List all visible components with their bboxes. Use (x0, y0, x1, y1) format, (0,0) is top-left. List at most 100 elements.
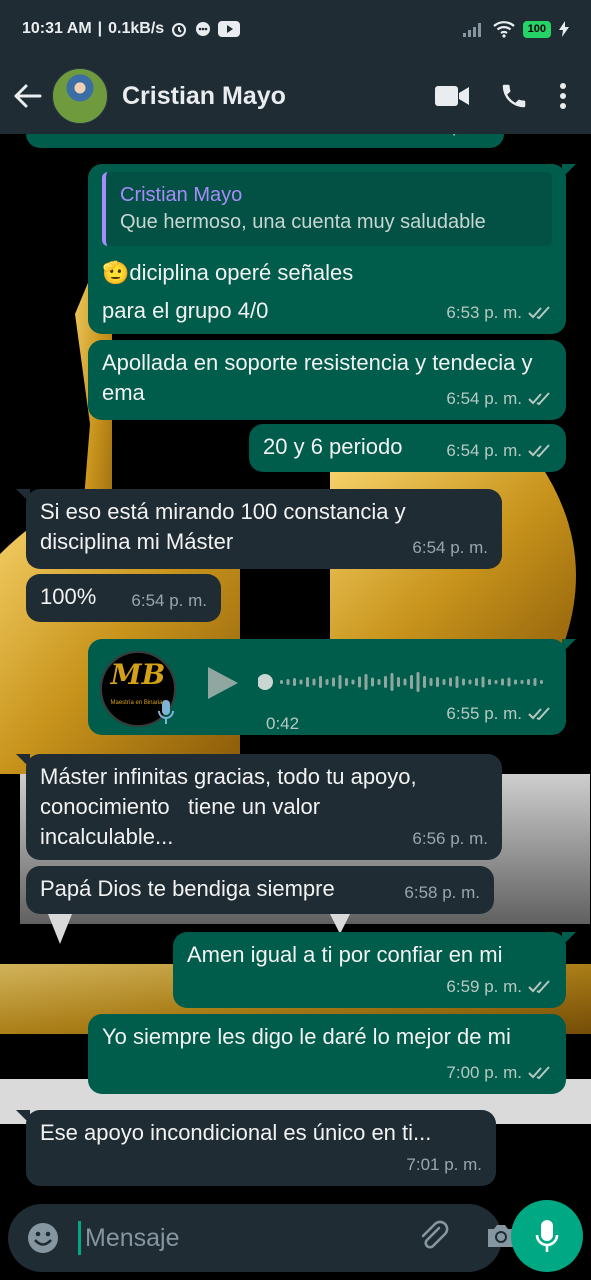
message-time: 6:53 p. m. (446, 303, 522, 322)
message-time: 6:56 p. m. (412, 829, 488, 848)
battery-indicator: 100 (522, 20, 551, 38)
waveform-bar (481, 676, 485, 688)
message-bubble-outgoing[interactable]: Amen igual a ti por confiar en mi 6:59 p… (173, 932, 576, 1008)
phone-icon (502, 84, 526, 108)
waveform-bar (423, 676, 426, 688)
message-text: Amen igual a ti por confiar en mi (187, 942, 503, 967)
waveform-bar (293, 678, 296, 686)
clock: 10:31 AM (22, 20, 92, 37)
message-meta: 6:55 p. m. (446, 699, 552, 729)
message-bubble-incoming[interactable]: Ese apoyo incondicional es único en ti..… (16, 1110, 496, 1186)
message-text: Ese apoyo incondicional es único en ti..… (40, 1120, 432, 1145)
voice-duration: 0:42 (266, 714, 300, 733)
message-meta: 6:52 p. m. (414, 134, 490, 142)
message-bubble-incoming[interactable]: 100% 6:54 p. m. (26, 574, 221, 622)
waveform-bar (449, 677, 452, 687)
waveform-bar (436, 677, 439, 687)
status-separator: | (97, 20, 103, 37)
bubble-tail (562, 932, 576, 946)
message-time: 7:01 p. m. (406, 1155, 482, 1174)
message-bubble-outgoing[interactable]: 20 y 6 periodo 6:54 p. m. (249, 424, 566, 472)
more-options-button[interactable] (559, 82, 567, 110)
waveform-bar (345, 678, 348, 686)
voice-record-button[interactable] (511, 1200, 583, 1272)
double-check-icon (528, 980, 550, 994)
message-time: 6:54 p. m. (131, 591, 207, 610)
waveform-bar (540, 680, 543, 684)
waveform-bar (338, 675, 342, 689)
message-bubble-incoming[interactable]: Máster infinitas gracias, todo tu apoyo,… (16, 754, 502, 860)
video-call-button[interactable] (435, 85, 469, 107)
youtube-icon (218, 21, 241, 37)
message-meta: 6:54 p. m. (131, 586, 207, 616)
audio-waveform[interactable] (258, 669, 548, 695)
message-bubble-outgoing[interactable]: Cristian Mayo Que hermoso, una cuenta mu… (88, 164, 576, 334)
contact-name[interactable]: Cristian Mayo (122, 82, 286, 111)
audio-scrubber[interactable] (258, 674, 273, 690)
waveform-bar (403, 678, 407, 686)
microphone-icon (535, 1220, 559, 1252)
contact-avatar[interactable] (52, 68, 108, 124)
waveform-bar (533, 678, 537, 686)
message-bubble-incoming[interactable]: Papá Dios te bendiga siempre 6:58 p. m. (26, 866, 494, 914)
waveform-bar (416, 672, 420, 692)
waveform-bar (442, 679, 446, 685)
waveform-bar (364, 674, 368, 690)
waveform-bar (332, 677, 335, 687)
emoji-button[interactable] (26, 1221, 60, 1255)
waveform-bar (455, 676, 459, 688)
double-check-icon (528, 707, 550, 721)
voice-call-button[interactable] (499, 81, 529, 111)
back-button[interactable] (10, 76, 46, 116)
play-icon (208, 667, 238, 699)
message-text: Yo siempre les digo le daré lo mejor de … (102, 1024, 511, 1049)
emoji-icon (28, 1223, 58, 1253)
waveform-bar (384, 676, 387, 688)
message-bubble-outgoing[interactable]: 6:52 p. m. (26, 134, 504, 148)
double-check-icon (528, 1066, 550, 1080)
waveform-bar (488, 679, 491, 685)
waveform-bar (514, 679, 517, 685)
waveform-bar (299, 679, 303, 685)
message-meta: 6:58 p. m. (404, 878, 480, 908)
message-meta: 7:00 p. m. (446, 1058, 552, 1088)
chat-header: Cristian Mayo (0, 58, 591, 134)
waveform-bar (390, 673, 394, 691)
message-time: 7:00 p. m. (446, 1063, 522, 1082)
message-bubble-outgoing[interactable]: Apollada en soporte resistencia y tendec… (88, 340, 566, 420)
waveform-bar (410, 675, 413, 689)
waveform-bar (280, 680, 283, 684)
message-meta: 6:54 p. m. (446, 384, 552, 414)
waveform-bar (312, 678, 316, 686)
voice-message-bubble[interactable]: MB Maestría en Binarias 0:42 6:55 p. m. (88, 639, 576, 735)
bubble-tail (16, 1110, 30, 1124)
network-speed: 0.1kB/s (108, 20, 165, 37)
avatar-logo-text: MB (110, 658, 166, 691)
message-meta: 6:53 p. m. (446, 298, 552, 328)
waveform-bar (468, 679, 472, 685)
waveform-bar (377, 679, 381, 685)
attach-button[interactable] (417, 1220, 449, 1257)
signal-icon (462, 21, 485, 37)
waveform-bar (494, 680, 498, 684)
message-bubble-incoming[interactable]: Si eso está mirando 100 constancia y dis… (16, 489, 502, 569)
waveform-bar (462, 678, 465, 686)
quoted-text: Que hermoso, una cuenta muy saludable (120, 211, 486, 233)
message-bubble-outgoing[interactable]: Yo siempre les digo le daré lo mejor de … (88, 1014, 566, 1094)
message-time: 6:54 p. m. (446, 389, 522, 408)
play-button[interactable] (206, 665, 240, 709)
bubble-tail (562, 164, 576, 178)
message-time: 6:54 p. m. (412, 538, 488, 557)
quoted-message[interactable]: Cristian Mayo Que hermoso, una cuenta mu… (102, 172, 552, 246)
quoted-author: Cristian Mayo (120, 184, 243, 206)
waveform-bar (527, 679, 530, 685)
message-input[interactable] (78, 1221, 407, 1255)
waveform-bar (319, 676, 322, 688)
waveform-bar (371, 677, 374, 687)
chat-area[interactable]: 6:52 p. m. Cristian Mayo Que hermoso, un… (0, 134, 591, 1200)
paperclip-icon (421, 1220, 449, 1249)
message-time: 6:58 p. m. (404, 883, 480, 902)
charging-icon (559, 21, 569, 37)
message-time: 6:54 p. m. (446, 441, 522, 460)
waveform-bar (325, 679, 329, 685)
